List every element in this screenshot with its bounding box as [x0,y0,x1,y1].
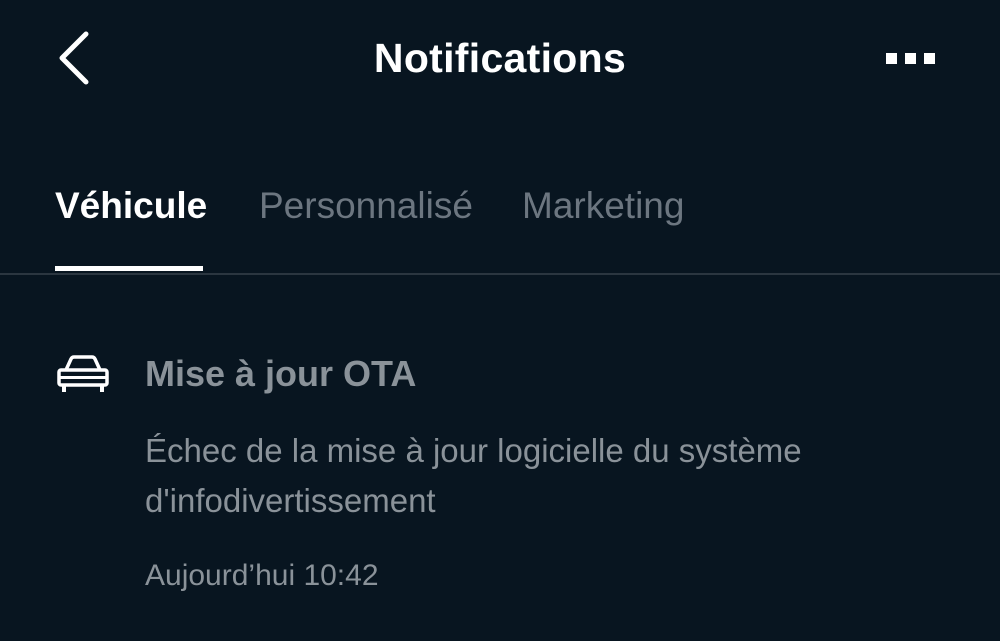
car-icon [56,352,110,396]
back-button[interactable] [56,26,120,90]
notification-item[interactable]: Mise à jour OTA Échec de la mise à jour … [0,330,1000,620]
active-tab-indicator [55,266,203,271]
tab-bar: Véhicule Personnalisé Marketing [0,160,1000,274]
chevron-left-icon [59,31,89,85]
notification-body: Échec de la mise à jour logicielle du sy… [145,432,802,519]
page-title: Notifications [373,35,627,81]
notification-timestamp: Aujourd’hui 10:42 [145,559,379,592]
more-options-button[interactable] [872,30,952,86]
header: Notifications [0,0,1000,120]
notifications-screen: Notifications Véhicule Personnalisé Mark… [0,0,1000,641]
tab-vehicule[interactable]: Véhicule [55,184,207,228]
tab-personnalise[interactable]: Personnalisé [259,184,473,228]
more-horizontal-icon [886,53,935,64]
divider [0,273,1000,275]
tab-marketing[interactable]: Marketing [522,184,684,228]
notification-title: Mise à jour OTA [145,353,417,394]
